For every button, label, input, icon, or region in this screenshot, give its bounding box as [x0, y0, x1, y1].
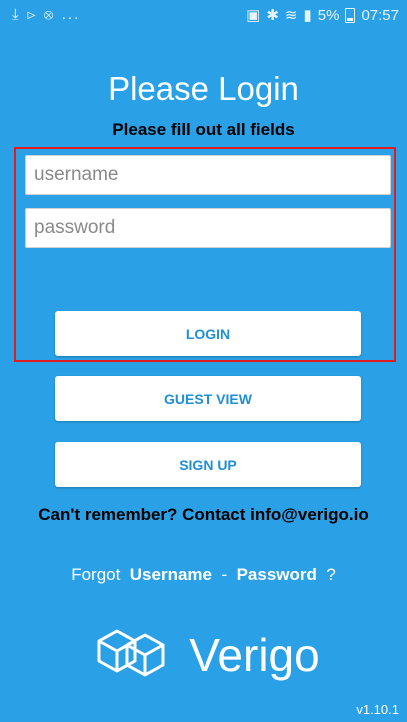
login-button[interactable]: LOGIN: [55, 311, 361, 356]
version-label: v1.10.1: [356, 702, 399, 717]
guest-view-button[interactable]: GUEST VIEW: [55, 376, 361, 421]
brand-name: Verigo: [189, 629, 320, 681]
username-input[interactable]: [25, 155, 391, 195]
forgot-suffix: ?: [326, 565, 336, 584]
brand: Verigo: [0, 625, 407, 685]
verigo-cubes-icon: [87, 625, 175, 686]
nfc-icon: ▣: [246, 7, 261, 24]
page-title: Please Login: [108, 70, 299, 107]
status-time: 07:57: [361, 6, 399, 24]
status-right-icons: ▣ ✱ ≋ ▮ 5% 07:57: [246, 6, 399, 25]
contact-text: Can't remember? Contact info@verigo.io: [38, 505, 369, 524]
cast-icon: ⊳: [26, 6, 38, 23]
download-icon: ⤓: [12, 6, 21, 23]
wifi-icon: ≋: [284, 7, 298, 24]
forgot-separator: -: [221, 565, 228, 584]
sign-up-button[interactable]: SIGN UP: [55, 442, 361, 487]
battery-icon: [345, 7, 356, 23]
forgot-username-link[interactable]: Username: [130, 565, 212, 584]
forgot-password-link[interactable]: Password: [237, 565, 317, 584]
more-notifications: ...: [61, 6, 81, 23]
page-subtitle: Please fill out all fields: [112, 120, 295, 139]
battery-percent: 5%: [317, 6, 340, 24]
forgot-prefix: Forgot: [71, 565, 121, 584]
forgot-line: Forgot Username - Password ?: [0, 565, 407, 585]
gamepad-icon: ⊗: [43, 6, 56, 23]
password-input[interactable]: [25, 208, 391, 248]
status-bar: ⤓ ⊳ ⊗ ... ▣ ✱ ≋ ▮ 5% 07:57: [0, 0, 407, 30]
status-left-icons: ⤓ ⊳ ⊗ ...: [12, 6, 80, 23]
bluetooth-icon: ✱: [266, 7, 279, 24]
signal-icon: ▮: [303, 7, 312, 24]
